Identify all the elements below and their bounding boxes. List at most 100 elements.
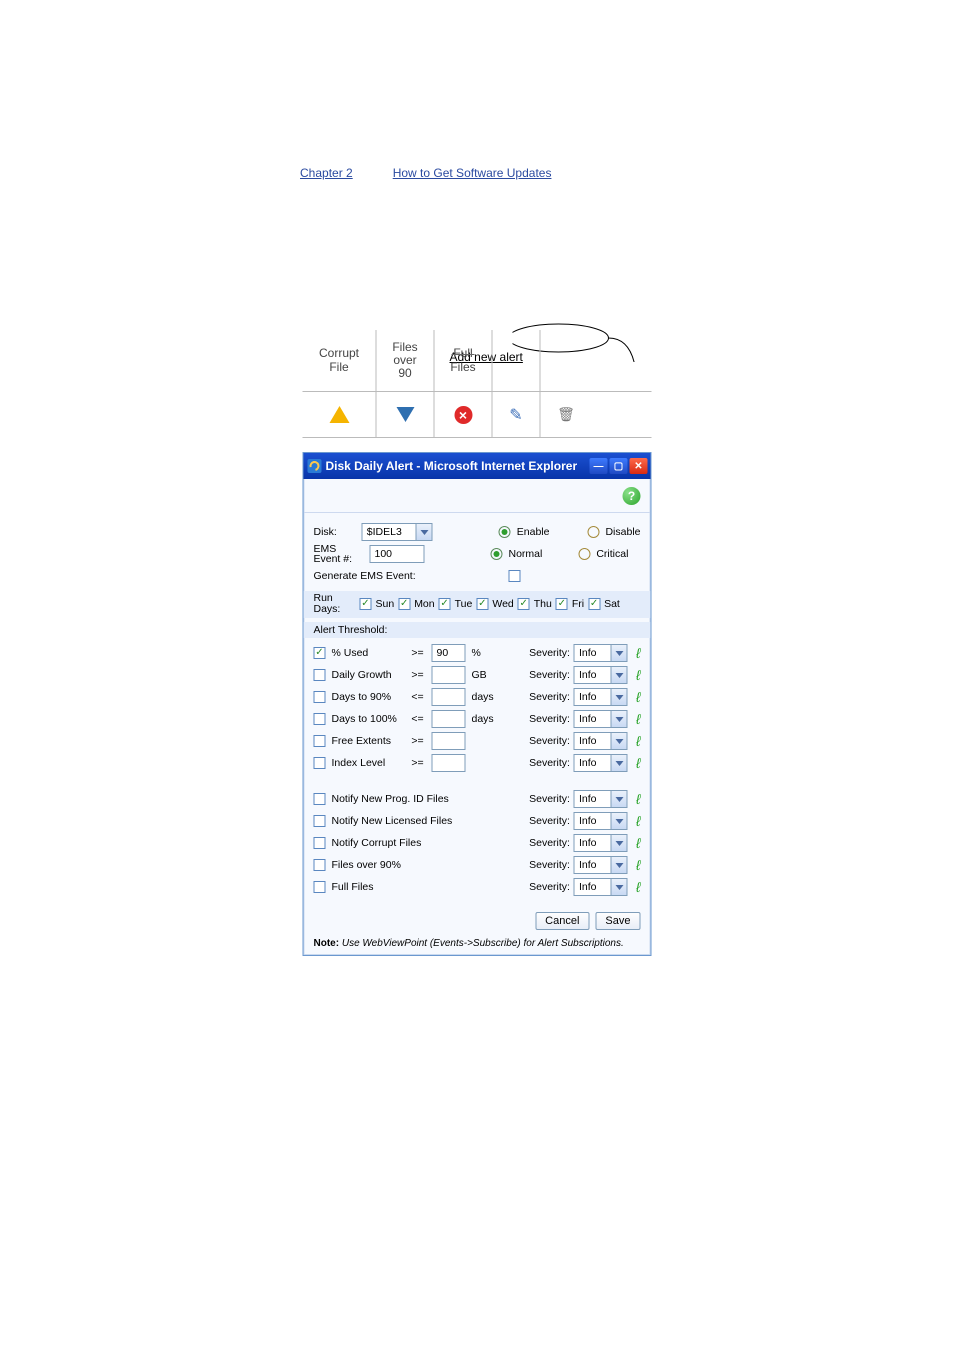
severity-select[interactable]: Info [574,834,628,852]
chevron-down-icon [612,710,628,728]
day-checkbox-fri[interactable] [556,598,568,610]
severity-select[interactable]: Info [574,812,628,830]
edit-icon[interactable]: ℓ [636,667,641,683]
severity-select[interactable]: Info [574,732,628,750]
severity-select[interactable]: Info [574,688,628,706]
day-checkbox-wed[interactable] [476,598,488,610]
threshold-checkbox[interactable] [314,647,326,659]
severity-select[interactable]: Info [574,710,628,728]
maximize-button[interactable]: ▢ [610,458,628,474]
notify-checkbox[interactable] [314,881,326,893]
chevron-down-icon [612,644,628,662]
disk-value: $IDEL3 [362,523,417,541]
edit-icon[interactable]: ℓ [636,689,641,705]
save-button[interactable]: Save [595,912,640,930]
threshold-value-input[interactable]: 90 [432,644,466,662]
notify-label: Notify New Licensed Files [332,815,453,827]
severity-select[interactable]: Info [574,754,628,772]
severity-label: Severity: [529,713,570,725]
threshold-row: Days to 90%<=daysSeverity:Infoℓ [314,686,641,708]
note-text: Use WebViewPoint (Events->Subscribe) for… [339,938,624,949]
edit-icon[interactable]: ℓ [636,755,641,771]
severity-label: Severity: [529,793,570,805]
critical-radio[interactable] [578,548,590,560]
edit-cell[interactable]: ✎ [493,392,541,437]
edit-icon[interactable]: ℓ [636,879,641,895]
status-down [377,392,435,437]
chevron-down-icon [612,688,628,706]
disable-radio[interactable] [587,526,599,538]
edit-icon[interactable]: ℓ [636,645,641,661]
chevron-down-icon [417,523,433,541]
day-checkbox-sat[interactable] [588,598,600,610]
severity-select[interactable]: Info [574,878,628,896]
delete-cell[interactable]: 🗑 [541,392,592,437]
threshold-row: Days to 100%<=daysSeverity:Infoℓ [314,708,641,730]
threshold-label: Daily Growth [332,669,392,681]
edit-icon[interactable]: ℓ [636,835,641,851]
edit-icon[interactable]: ℓ [636,857,641,873]
chevron-down-icon [612,878,628,896]
minimize-button[interactable]: — [590,458,608,474]
day-checkbox-sun[interactable] [360,598,372,610]
enable-radio[interactable] [499,526,511,538]
threshold-checkbox[interactable] [314,735,326,747]
threshold-label: Days to 100% [332,713,397,725]
day-label: Mon [414,598,434,610]
disk-select[interactable]: $IDEL3 [362,523,433,541]
gen-ems-checkbox[interactable] [509,570,521,582]
notify-row: Notify New Licensed FilesSeverity:Infoℓ [314,810,641,832]
edit-icon[interactable]: ℓ [636,813,641,829]
help-icon[interactable]: ? [623,487,641,505]
threshold-checkbox[interactable] [314,757,326,769]
threshold-value-input[interactable] [432,688,466,706]
critical-label: Critical [596,548,628,560]
notify-checkbox[interactable] [314,815,326,827]
edit-icon[interactable]: ℓ [636,711,641,727]
severity-select[interactable]: Info [574,790,628,808]
severity-select[interactable]: Info [574,666,628,684]
threshold-value-input[interactable] [432,754,466,772]
day-checkbox-tue[interactable] [439,598,451,610]
close-button[interactable]: ✕ [630,458,648,474]
chapter-link[interactable]: Chapter 2 [300,166,353,180]
day-checkbox-mon[interactable] [398,598,410,610]
threshold-checkbox[interactable] [314,713,326,725]
notify-label: Notify Corrupt Files [332,837,422,849]
updates-link[interactable]: How to Get Software Updates [393,166,552,180]
day-checkbox-thu[interactable] [518,598,530,610]
notify-row: Files over 90%Severity:Infoℓ [314,854,641,876]
threshold-value-input[interactable] [432,732,466,750]
normal-label: Normal [509,548,543,560]
cancel-button[interactable]: Cancel [535,912,589,930]
threshold-op: >= [410,735,426,747]
chevron-down-icon [612,856,628,874]
threshold-unit: days [472,691,502,703]
notify-checkbox[interactable] [314,793,326,805]
titlebar: Disk Daily Alert - Microsoft Internet Ex… [304,453,651,479]
alert-form: Disk: $IDEL3 Enable Disable EM [304,513,651,904]
day-label: Wed [492,598,513,610]
threshold-label: Index Level [332,757,386,769]
col-delete [541,330,592,391]
ems-input[interactable]: 100 [370,545,425,563]
threshold-checkbox[interactable] [314,669,326,681]
dialog-buttons: Cancel Save [304,904,651,938]
severity-select[interactable]: Info [574,644,628,662]
severity-select[interactable]: Info [574,856,628,874]
run-days-row: Run Days: SunMonTueWedThuFriSat [304,591,651,618]
threshold-checkbox[interactable] [314,691,326,703]
severity-label: Severity: [529,837,570,849]
notify-checkbox[interactable] [314,837,326,849]
chevron-down-icon [612,754,628,772]
notify-row: Full FilesSeverity:Infoℓ [314,876,641,898]
normal-radio[interactable] [491,548,503,560]
severity-label: Severity: [529,691,570,703]
notify-checkbox[interactable] [314,859,326,871]
threshold-value-input[interactable] [432,710,466,728]
col-label: Files [392,341,417,354]
edit-icon[interactable]: ℓ [636,791,641,807]
edit-icon[interactable]: ℓ [636,733,641,749]
threshold-value-input[interactable] [432,666,466,684]
day-label: Fri [572,598,584,610]
